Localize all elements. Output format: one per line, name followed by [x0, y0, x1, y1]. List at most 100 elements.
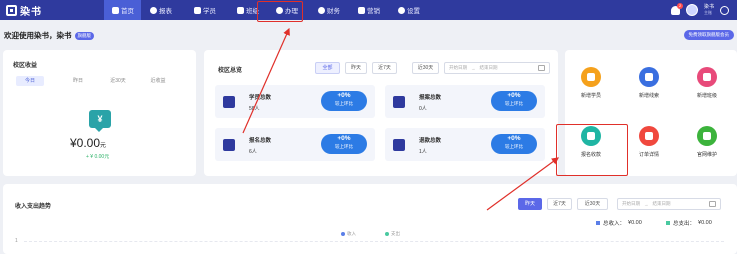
class-board-icon	[697, 67, 717, 87]
stat-cases[interactable]: 报案总数 0人 +0% 较上环比	[385, 85, 545, 118]
tools-icon	[697, 126, 717, 146]
quick-add-student[interactable]: 新增学员	[561, 67, 621, 99]
stat-students-name: 学员总数	[249, 95, 272, 101]
legend-income-label: 收入	[347, 231, 356, 236]
income-amount-unit: 元	[100, 143, 107, 149]
stat-enrollments-name: 报名总数	[249, 138, 272, 144]
trend-card-title: 收入支出趋势	[15, 204, 52, 210]
income-tab-total[interactable]: 近收益	[144, 76, 172, 86]
nav-settings[interactable]: 设置	[398, 0, 420, 20]
nav-reports[interactable]: 报表	[150, 0, 172, 20]
highlight-box-handle	[257, 1, 303, 22]
total-expense-label: 总支出：	[673, 221, 696, 227]
power-icon[interactable]	[720, 5, 729, 15]
overview-card-title: 校区总览	[218, 68, 243, 74]
income-square-icon	[596, 221, 600, 225]
nav-classes[interactable]: 班级	[237, 0, 259, 20]
logo-text: 染书	[20, 6, 42, 18]
home-icon	[112, 6, 119, 14]
finance-icon	[318, 6, 325, 14]
nav-marketing-label: 营销	[367, 8, 380, 15]
filter-all-button[interactable]: 全部	[315, 62, 340, 74]
income-tab-yesterday[interactable]: 昨日	[64, 76, 92, 86]
swap-icon	[393, 96, 405, 108]
bell-icon[interactable]: 2	[670, 2, 684, 15]
income-amount: ¥0.00元	[70, 136, 106, 150]
legend-income[interactable]: 收入	[341, 231, 356, 237]
stat-students[interactable]: 学员总数 58人 +0% 较上环比	[215, 85, 375, 118]
total-income-label: 总收入：	[603, 221, 626, 227]
expense-dot-icon	[385, 232, 389, 236]
trend-filter-yesterday[interactable]: 昨天	[518, 198, 542, 210]
settings-icon	[398, 6, 405, 14]
filter-7days-button[interactable]: 近7天	[372, 62, 397, 74]
user-info[interactable]: 染书 主账	[704, 4, 714, 16]
quick-site-maintenance-label: 官网维护	[696, 152, 717, 158]
quick-site-maintenance[interactable]: 官网维护	[677, 126, 737, 158]
nav-home-label: 首页	[121, 8, 134, 15]
quick-add-class[interactable]: 新增班级	[677, 67, 737, 99]
app-logo[interactable]: 染书	[6, 3, 42, 18]
document-icon	[223, 139, 235, 151]
logo-icon	[6, 4, 17, 16]
calendar-icon	[538, 65, 545, 71]
highlight-box-payment	[556, 124, 628, 176]
nav-finance-label: 财务	[327, 8, 340, 15]
total-income-value: ¥0.00	[628, 220, 642, 226]
trend-start-date: 开始日期	[622, 201, 640, 206]
welcome-text: 欢迎使用染书，染书	[4, 31, 72, 40]
stat-refunds[interactable]: 退款总数 1人 +0% 较上环比	[385, 128, 545, 161]
avatar[interactable]	[685, 4, 698, 16]
nav-reports-label: 报表	[159, 8, 172, 15]
income-dot-icon	[341, 232, 345, 236]
nav-settings-label: 设置	[407, 8, 420, 15]
nav-students[interactable]: 学员	[194, 0, 216, 20]
nav-students-label: 学员	[203, 8, 216, 15]
marketing-icon	[358, 6, 365, 14]
nav-home[interactable]: 首页	[104, 0, 141, 20]
overview-date-range[interactable]: 开始日期 → 结束日期	[444, 62, 550, 74]
wallet-icon	[393, 139, 405, 151]
free-vip-button[interactable]: 免费领取旗舰版会员	[683, 30, 734, 40]
trend-date-range[interactable]: 开始日期 → 结束日期	[617, 198, 721, 210]
edition-tag: 旗舰版	[74, 31, 94, 40]
stat-refunds-compare: +0% 较上环比	[491, 134, 537, 154]
stat-students-value: 58人	[249, 106, 260, 112]
student-icon	[194, 6, 201, 14]
stat-refunds-compare-label: 较上环比	[505, 144, 523, 149]
income-card-title: 校区收益	[13, 63, 38, 69]
nav-finance[interactable]: 财务	[318, 0, 340, 20]
overview-start-date: 开始日期	[449, 65, 467, 70]
quick-order-details[interactable]: 订单详情	[619, 126, 679, 158]
filter-yesterday-button[interactable]: 昨天	[345, 62, 367, 74]
legend-expense[interactable]: 支出	[385, 231, 400, 237]
stat-refunds-name: 退款总数	[419, 138, 442, 144]
calendar-icon	[709, 201, 716, 207]
graduation-cap-icon	[581, 67, 601, 87]
stat-refunds-value: 1人	[419, 149, 427, 155]
top-nav-bar: 染书 首页 报表 学员 班级 办理 财务 营销 设置 2 染书 主账	[0, 0, 737, 20]
link-icon	[639, 67, 659, 87]
income-tab-30days[interactable]: 近30天	[104, 76, 132, 86]
trend-filter-7days[interactable]: 近7天	[547, 198, 572, 210]
yen-icon: ¥	[89, 110, 111, 132]
quick-add-student-label: 新增学员	[580, 93, 601, 99]
trend-filter-30days[interactable]: 近30天	[577, 198, 608, 210]
income-amount-value: ¥0.00	[70, 136, 101, 150]
filter-30days-button[interactable]: 近30天	[412, 62, 439, 74]
welcome-banner: 欢迎使用染书，染书 旗舰版	[4, 30, 94, 41]
class-icon	[237, 6, 244, 14]
quick-order-details-label: 订单详情	[638, 152, 659, 158]
stat-enrollments[interactable]: 报名总数 6人 +0% 较上环比	[215, 128, 375, 161]
overview-end-date: 结束日期	[479, 65, 498, 70]
stat-cases-compare-label: 较上环比	[505, 101, 523, 106]
stat-refunds-pct: +0%	[507, 135, 521, 142]
quick-add-lead[interactable]: 新增线索	[619, 67, 679, 99]
quick-add-lead-label: 新增线索	[638, 93, 659, 99]
notification-badge: 2	[676, 2, 684, 9]
income-tab-today[interactable]: 今日	[16, 76, 44, 86]
user-role: 主账	[703, 10, 712, 15]
nav-marketing[interactable]: 营销	[358, 0, 380, 20]
stat-enrollments-pct: +0%	[337, 135, 351, 142]
user-area: 2 染书 主账	[670, 0, 729, 20]
